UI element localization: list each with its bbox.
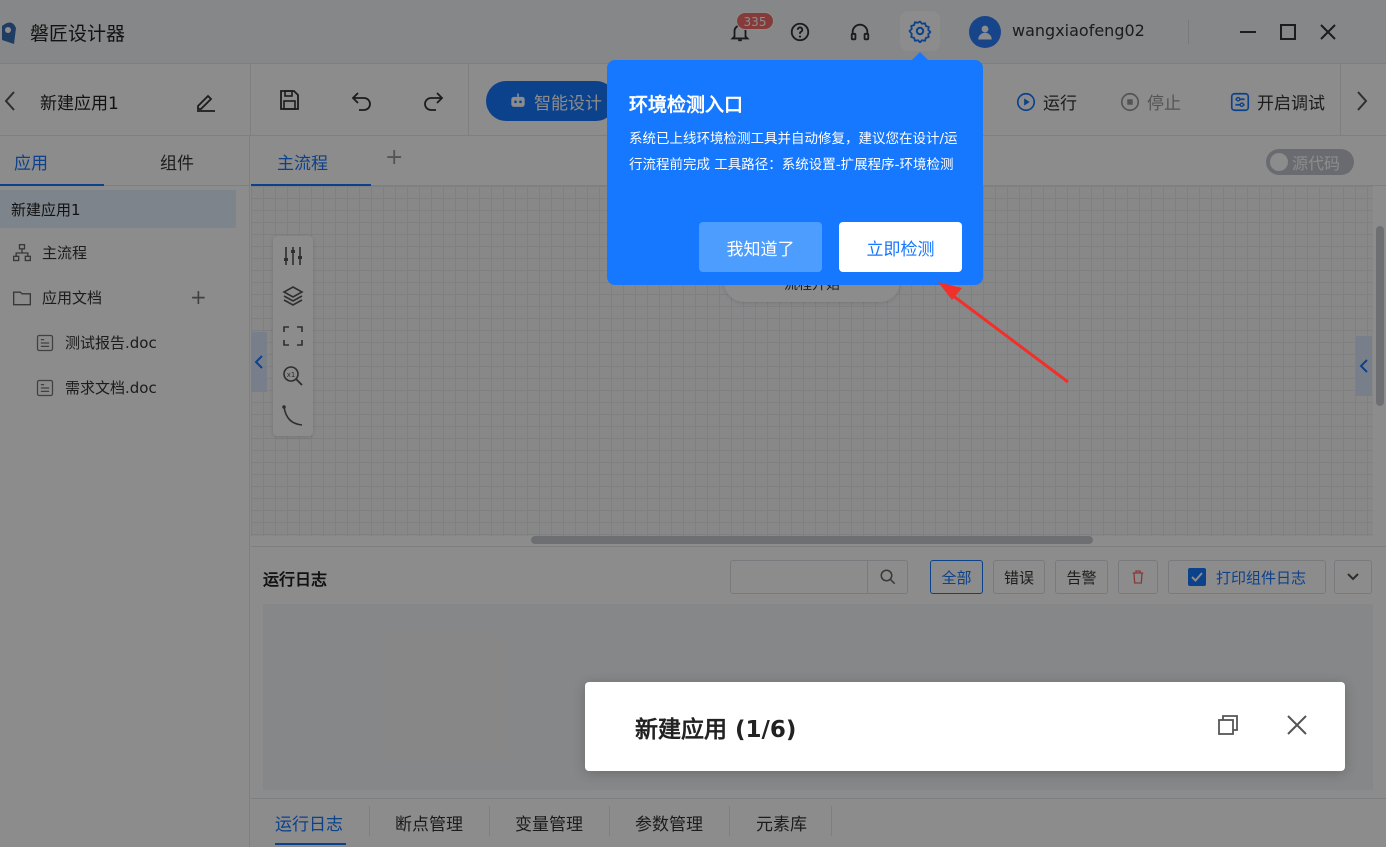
popover-title: 环境检测入口: [629, 94, 744, 116]
restore-window-icon[interactable]: [1216, 713, 1240, 737]
popover-body: 系统已上线环境检测工具并自动修复，建议您在设计/运行流程前完成 工具路径：系统设…: [629, 131, 958, 173]
close-notification-icon[interactable]: [1285, 713, 1309, 737]
check-now-button[interactable]: 立即检测: [839, 222, 962, 272]
got-it-button[interactable]: 我知道了: [699, 222, 822, 272]
notification-title: 新建应用 (1/6): [635, 717, 797, 743]
annotation-arrow-icon: [938, 282, 1069, 384]
